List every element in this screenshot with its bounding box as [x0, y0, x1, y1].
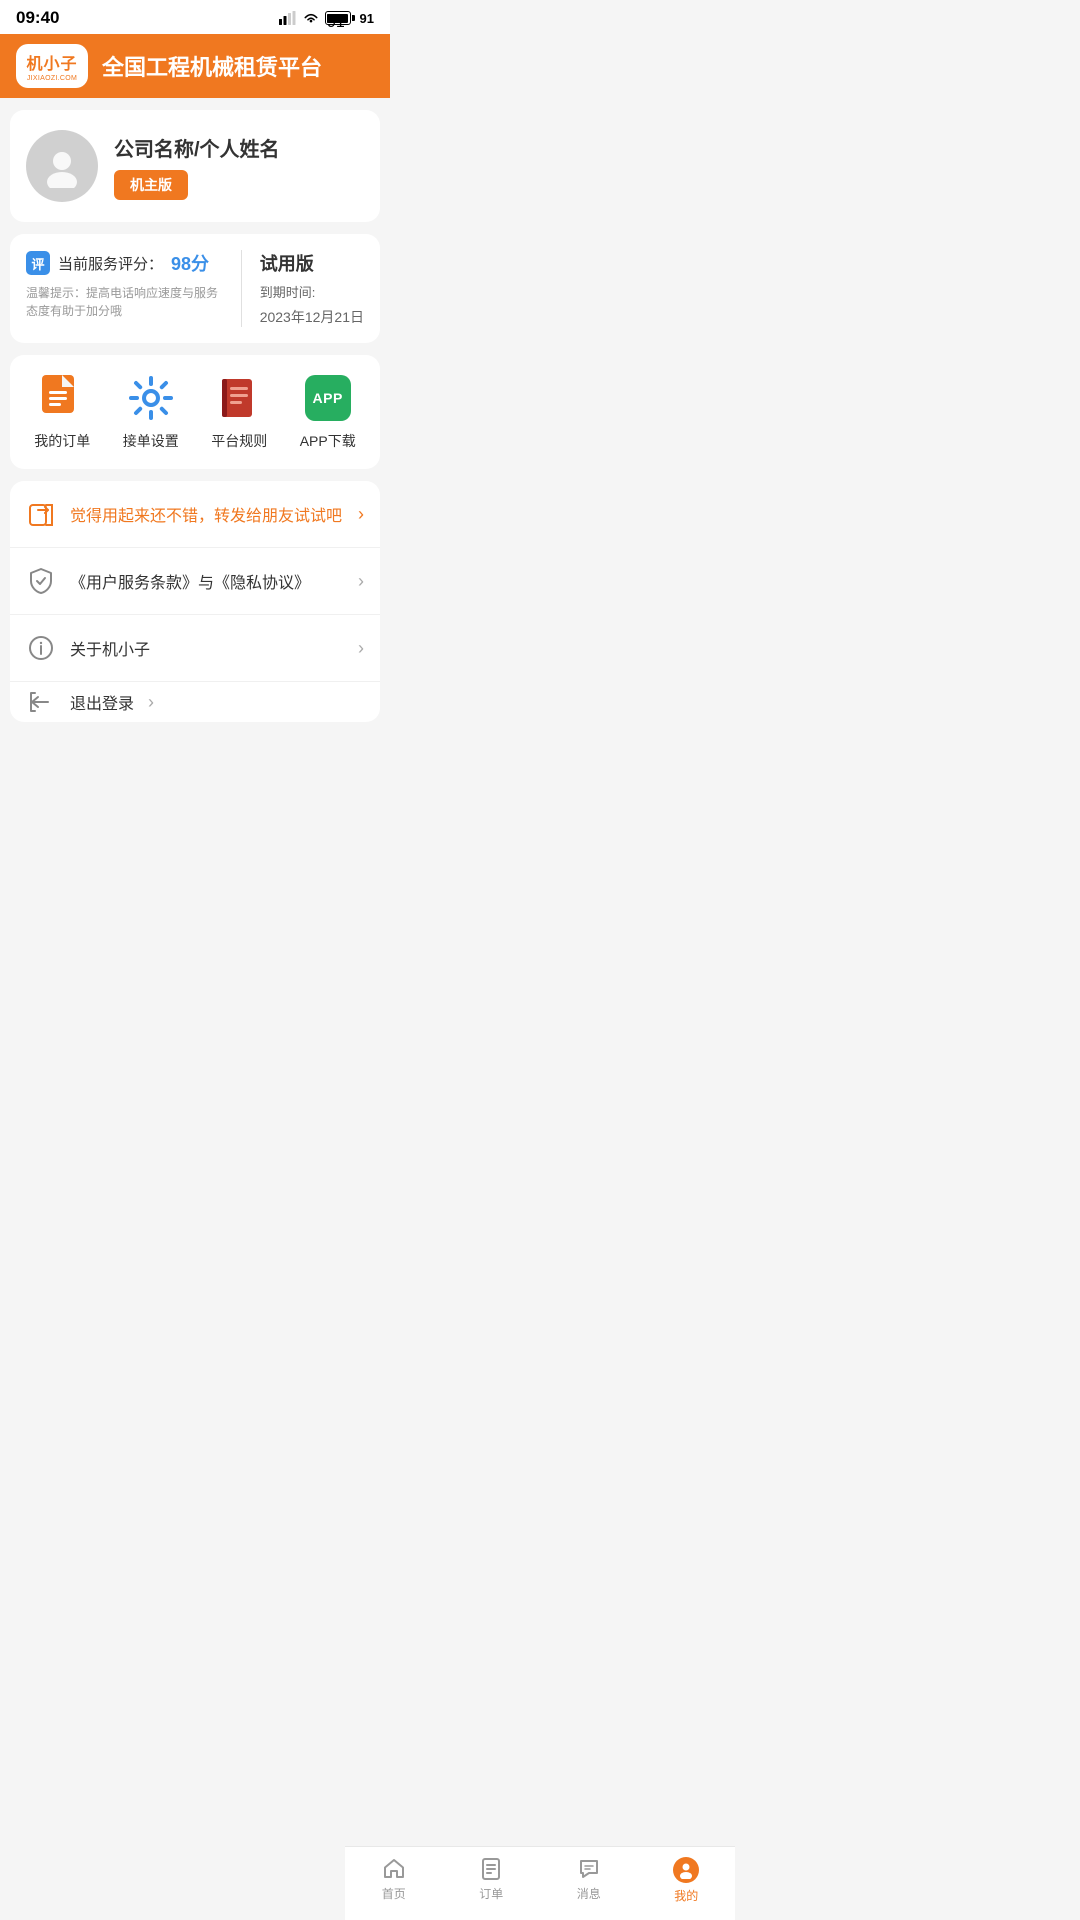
- profile-name: 公司名称/个人姓名: [114, 133, 280, 162]
- action-rules[interactable]: 平台规则: [211, 373, 267, 451]
- action-rules-label: 平台规则: [211, 431, 267, 451]
- nav-mine[interactable]: 我的: [656, 1857, 716, 1904]
- action-order[interactable]: 我的订单: [34, 373, 90, 451]
- wifi-icon: [302, 11, 320, 25]
- mine-avatar-icon: [673, 1857, 699, 1883]
- logo-text: 机小子: [26, 50, 77, 74]
- menu-about[interactable]: 关于机小子 ›: [10, 615, 380, 682]
- nav-home-label: 首页: [382, 1885, 406, 1902]
- order-icon: [37, 373, 87, 423]
- app-header: 机小子 JIXIAOZI.COM 全国工程机械租赁平台: [0, 34, 390, 98]
- logout-arrow-icon: ›: [148, 692, 154, 713]
- orders-icon: [479, 1857, 503, 1881]
- menu-logout[interactable]: 退出登录 ›: [10, 682, 380, 722]
- home-icon: [382, 1857, 406, 1881]
- menu-card: 觉得用起来还不错，转发给朋友试试吧 › 《用户服务条款》与《隐私协议》 ›: [10, 481, 380, 722]
- bottom-spacer: [10, 734, 380, 814]
- menu-terms[interactable]: 《用户服务条款》与《隐私协议》 ›: [10, 548, 380, 615]
- share-arrow-icon: ›: [358, 504, 364, 525]
- score-tag: 评: [26, 251, 50, 275]
- actions-card: 我的订单 接单设置: [10, 355, 380, 469]
- battery-percent: 91: [360, 11, 374, 26]
- rules-icon: [214, 373, 264, 423]
- version-badge[interactable]: 机主版: [114, 170, 188, 200]
- menu-logout-text: 退出登录: [70, 690, 134, 714]
- terms-arrow-icon: ›: [358, 571, 364, 592]
- nav-home[interactable]: 首页: [364, 1857, 424, 1904]
- messages-icon: [577, 1857, 601, 1881]
- battery-icon: 91: [325, 11, 355, 25]
- action-app[interactable]: APP APP下载: [300, 373, 356, 451]
- nav-orders[interactable]: 订单: [461, 1857, 521, 1904]
- menu-about-text: 关于机小子: [70, 636, 344, 660]
- status-time: 09:40: [16, 8, 59, 28]
- action-settings-label: 接单设置: [123, 431, 179, 451]
- status-icons: 91 91: [279, 11, 374, 26]
- app-download-icon: APP: [305, 375, 351, 421]
- score-right: 试用版 到期时间: 2023年12月21日: [242, 250, 364, 327]
- header-title: 全国工程机械租赁平台: [102, 50, 322, 82]
- nav-mine-label: 我的: [674, 1887, 698, 1904]
- score-left: 评 当前服务评分： 98分 温馨提示：提高电话响应速度与服务 态度有助于加分哦: [26, 250, 242, 327]
- about-arrow-icon: ›: [358, 638, 364, 659]
- profile-info: 公司名称/个人姓名 机主版: [114, 133, 280, 200]
- signal-icon: [279, 11, 297, 25]
- action-settings[interactable]: 接单设置: [123, 373, 179, 451]
- expire-date: 2023年12月21日: [260, 307, 364, 327]
- app-icon: APP: [303, 373, 353, 423]
- logo-sub: JIXIAOZI.COM: [27, 75, 77, 82]
- shield-icon: [26, 566, 56, 596]
- main-content: 公司名称/个人姓名 机主版 评 当前服务评分： 98分 温馨提示：提高电话响应速…: [0, 98, 390, 826]
- logout-icon: [26, 687, 56, 717]
- avatar: [26, 130, 98, 202]
- profile-card: 公司名称/个人姓名 机主版: [10, 110, 380, 222]
- settings-icon: [126, 373, 176, 423]
- logo-box: 机小子 JIXIAOZI.COM: [16, 44, 88, 88]
- expire-label: 到期时间:: [260, 282, 364, 301]
- menu-terms-text: 《用户服务条款》与《隐私协议》: [70, 569, 344, 593]
- info-icon: [26, 633, 56, 663]
- action-order-label: 我的订单: [34, 431, 90, 451]
- score-value: 98分: [171, 250, 209, 276]
- score-card: 评 当前服务评分： 98分 温馨提示：提高电话响应速度与服务 态度有助于加分哦 …: [10, 234, 380, 343]
- score-label: 当前服务评分：: [58, 253, 163, 274]
- action-app-label: APP下载: [300, 431, 356, 451]
- score-header: 评 当前服务评分： 98分: [26, 250, 227, 276]
- nav-messages[interactable]: 消息: [559, 1857, 619, 1904]
- score-hint: 温馨提示：提高电话响应速度与服务 态度有助于加分哦: [26, 284, 227, 320]
- nav-orders-label: 订单: [479, 1885, 503, 1902]
- trial-label: 试用版: [260, 250, 364, 276]
- bottom-nav: 首页 订单 消息 我的: [345, 1846, 735, 1920]
- share-icon: [26, 499, 56, 529]
- menu-share-text: 觉得用起来还不错，转发给朋友试试吧: [70, 502, 344, 526]
- menu-share[interactable]: 觉得用起来还不错，转发给朋友试试吧 ›: [10, 481, 380, 548]
- status-bar: 09:40 91 91: [0, 0, 390, 34]
- nav-messages-label: 消息: [577, 1885, 601, 1902]
